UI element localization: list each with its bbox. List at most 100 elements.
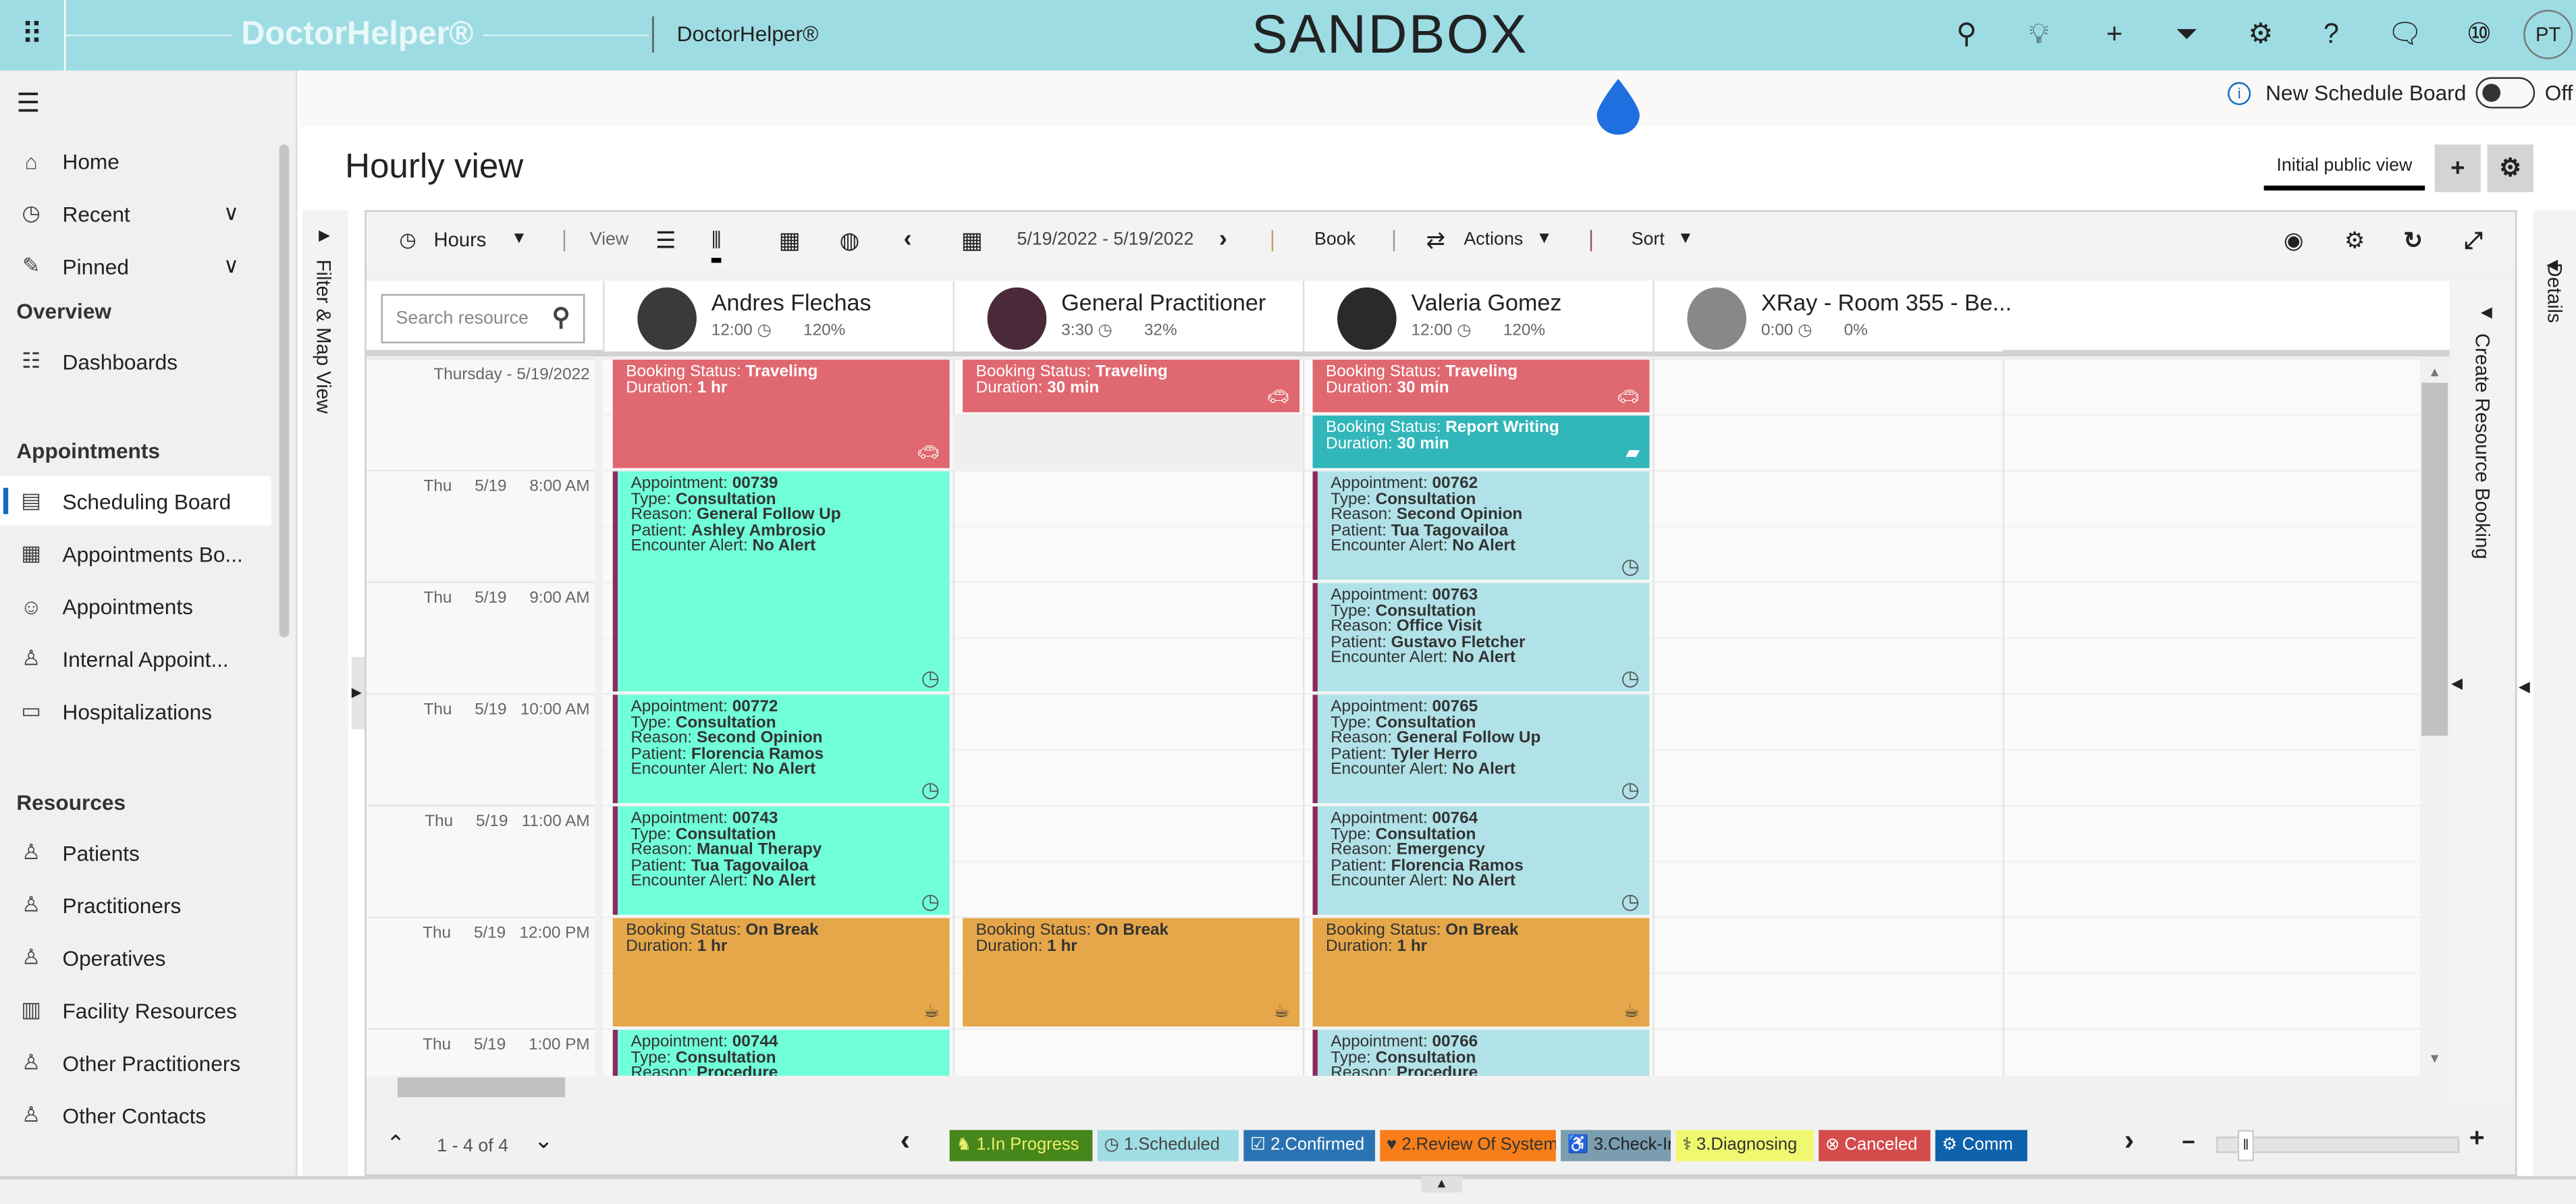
info-icon[interactable]: i xyxy=(2228,82,2251,105)
legend-item[interactable]: ♿ 3.Check-In xyxy=(1561,1130,1671,1161)
legend-item[interactable]: ⚙ Comm xyxy=(1935,1130,2028,1161)
settings-icon[interactable]: ⚙ xyxy=(2241,15,2280,54)
booking-card[interactable]: Appointment: 00739 Type: Consultation Reas… xyxy=(612,471,950,692)
horizontal-scrollbar[interactable] xyxy=(603,1076,2420,1099)
sidebar-item[interactable]: ♙ Patients xyxy=(0,828,271,877)
filter-map-label[interactable]: Filter & Map View xyxy=(312,260,335,414)
expand-up-icon[interactable]: ▲ xyxy=(1421,1176,1462,1193)
book-button[interactable]: Book xyxy=(1314,227,1356,253)
booking-card[interactable]: Booking Status: Report Writing Duration: … xyxy=(1312,415,1650,468)
sidebar-item[interactable]: ♙ Other Contacts xyxy=(0,1091,271,1140)
sidebar-item[interactable]: ☷ Dashboards xyxy=(0,337,271,386)
list-view-icon[interactable]: ☰ xyxy=(655,227,676,253)
sort-dropdown[interactable]: Sort xyxy=(1632,227,1665,253)
legend-next-icon[interactable]: › xyxy=(2124,1125,2135,1155)
legend-item[interactable]: ☑ 2.Confirmed xyxy=(1243,1130,1376,1161)
booking-card[interactable]: Appointment: 00763 Type: Consultation Reas… xyxy=(1312,582,1650,692)
search-icon[interactable]: ⚲ xyxy=(1947,15,1986,54)
legend-item[interactable]: ♞ 1.In Progress xyxy=(949,1130,1093,1161)
chevron-down-icon[interactable]: ∨ xyxy=(223,253,239,279)
resource-header[interactable]: Valeria Gomez 12:00 ◷ 120% xyxy=(1302,281,1653,352)
chevron-down-icon[interactable]: ▼ xyxy=(1678,227,1694,253)
globe-icon[interactable]: ◍ xyxy=(840,227,860,253)
chat-icon[interactable]: 🗨︎ xyxy=(2386,15,2425,54)
actions-dropdown[interactable]: Actions xyxy=(1464,227,1523,253)
booking-card[interactable]: Appointment: 00766 Type: Consultation Reas… xyxy=(1312,1029,1650,1076)
legend-item[interactable]: ⚕ 3.Diagnosing xyxy=(1675,1130,1814,1161)
next-icon[interactable]: › xyxy=(1219,226,1227,253)
app-launcher-icon[interactable]: ⠿ xyxy=(0,0,66,71)
hamburger-icon[interactable]: ☰ xyxy=(16,87,40,120)
sidebar-item-recent[interactable]: ◷ Recent ∨ xyxy=(0,189,271,238)
calendar-icon[interactable]: ▦ xyxy=(961,227,983,253)
sidebar-item-pinned[interactable]: ✎ Pinned ∨ xyxy=(0,242,271,291)
chevron-down-icon[interactable]: ▼ xyxy=(511,227,527,253)
booking-card[interactable]: Booking Status: Traveling Duration: 30 mi… xyxy=(1312,359,1650,412)
resource-header[interactable]: General Practitioner 3:30 ◷ 32% xyxy=(952,281,1303,352)
vertical-view-icon[interactable]: ⦀ xyxy=(711,227,722,263)
filter-icon[interactable]: ⏷ xyxy=(2167,15,2206,54)
booking-card[interactable]: Booking Status: On Break Duration: 1 hr ☕︎ xyxy=(612,918,950,1027)
user-avatar[interactable]: PT xyxy=(2523,9,2573,59)
tab-initial-public-view[interactable]: Initial public view xyxy=(2263,156,2425,191)
zoom-slider-thumb[interactable]: ‖ xyxy=(2237,1130,2255,1161)
legend-item[interactable]: ◷ 1.Scheduled xyxy=(1097,1130,1239,1161)
sidebar-item[interactable]: ▦ Appointments Bo... xyxy=(0,529,271,578)
legend-item[interactable]: ♥ 2.Review Of System xyxy=(1380,1130,1556,1161)
search-icon[interactable]: ⚲ xyxy=(552,302,570,331)
vertical-scroll-thumb[interactable] xyxy=(2421,383,2448,736)
collapse-icon[interactable]: ◀ xyxy=(2481,304,2492,322)
booking-card[interactable]: Appointment: 00762 Type: Consultation Reas… xyxy=(1312,471,1650,580)
collapse-handle[interactable]: ▶ xyxy=(351,657,365,730)
search-resource-input[interactable]: Search resource ⚲ xyxy=(381,294,585,344)
help-icon[interactable]: ? xyxy=(2311,15,2351,54)
filter-map-panel[interactable]: ▶ Filter & Map View xyxy=(302,210,348,1176)
settings-icon[interactable]: ⚙ xyxy=(2344,227,2365,253)
collapse-icon[interactable]: ◀ xyxy=(2451,675,2463,693)
sidebar-scrollbar[interactable] xyxy=(279,144,290,638)
zoom-out-icon[interactable]: − xyxy=(2182,1128,2195,1155)
eye-icon[interactable]: ◉ xyxy=(2284,227,2304,253)
sidebar-item[interactable]: ♙ Other Practitioners xyxy=(0,1038,271,1087)
scroll-up-icon[interactable]: ▲ xyxy=(2428,364,2441,379)
booking-card[interactable]: Booking Status: On Break Duration: 1 hr ☕︎ xyxy=(1312,918,1650,1027)
booking-card[interactable]: Booking Status: Traveling Duration: 1 hr 🚗… xyxy=(612,359,950,468)
create-resource-booking-label[interactable]: Create Resource Booking xyxy=(2471,333,2494,559)
details-label[interactable]: Details xyxy=(2543,263,2566,323)
sidebar-item-home[interactable]: ⌂ Home xyxy=(0,136,271,186)
previous-icon[interactable]: ‹ xyxy=(904,226,912,253)
sidebar-item[interactable]: ▥ Facility Resources xyxy=(0,985,271,1035)
sidebar-item[interactable]: ♙ Practitioners xyxy=(0,880,271,929)
scroll-down-icon[interactable]: ▼ xyxy=(2428,1051,2441,1066)
sidebar-item[interactable]: ▤ Scheduling Board xyxy=(0,476,271,526)
grid-view-icon[interactable]: ▦ xyxy=(779,227,801,253)
expand-icon[interactable]: ▶ xyxy=(319,227,330,245)
booking-card[interactable]: Booking Status: Traveling Duration: 30 mi… xyxy=(963,359,1300,412)
new-schedule-board-toggle[interactable] xyxy=(2475,77,2535,109)
date-range[interactable]: 5/19/2022 - 5/19/2022 xyxy=(1017,227,1193,253)
chevron-down-icon[interactable]: ∨ xyxy=(223,200,239,227)
plus-icon[interactable]: + xyxy=(2095,15,2134,54)
booking-card[interactable]: Appointment: 00772 Type: Consultation Reas… xyxy=(612,694,950,804)
page-up-icon[interactable]: ⌃ xyxy=(386,1130,406,1156)
legend-item[interactable]: ⊗ Canceled xyxy=(1819,1130,1931,1161)
booking-card[interactable]: Appointment: 00764 Type: Consultation Reas… xyxy=(1312,806,1650,915)
sidebar-item[interactable]: ♙ Internal Appoint... xyxy=(0,634,271,683)
collapse-icon[interactable]: ◀ xyxy=(2519,678,2530,696)
zoom-in-icon[interactable]: + xyxy=(2469,1126,2485,1153)
legend-prev-icon[interactable]: ‹ xyxy=(901,1125,911,1155)
create-resource-booking-panel[interactable]: ◀ Create Resource Booking ◀ xyxy=(2451,281,2514,1103)
booking-card[interactable]: Booking Status: On Break Duration: 1 hr ☕︎ xyxy=(963,918,1300,1027)
details-panel[interactable]: ◀ Details ◀ xyxy=(2519,210,2576,1176)
notifications-icon[interactable]: ⑩ xyxy=(2459,15,2498,54)
sidebar-item[interactable]: ♙ Operatives xyxy=(0,933,271,982)
expand-icon[interactable]: ⤢ xyxy=(2465,227,2483,253)
booking-card[interactable]: Appointment: 00743 Type: Consultation Reas… xyxy=(612,806,950,915)
view-settings-button[interactable]: ⚙ xyxy=(2487,144,2533,192)
sidebar-item[interactable]: ▭ Hospitalizations xyxy=(0,686,271,736)
booking-card[interactable]: Appointment: 00765 Type: Consultation Reas… xyxy=(1312,694,1650,804)
page-down-icon[interactable]: ⌄ xyxy=(534,1127,554,1153)
chevron-down-icon[interactable]: ▼ xyxy=(1536,227,1553,253)
lightbulb-icon[interactable]: 💡︎ xyxy=(2019,15,2058,54)
add-view-button[interactable]: + xyxy=(2434,144,2481,192)
